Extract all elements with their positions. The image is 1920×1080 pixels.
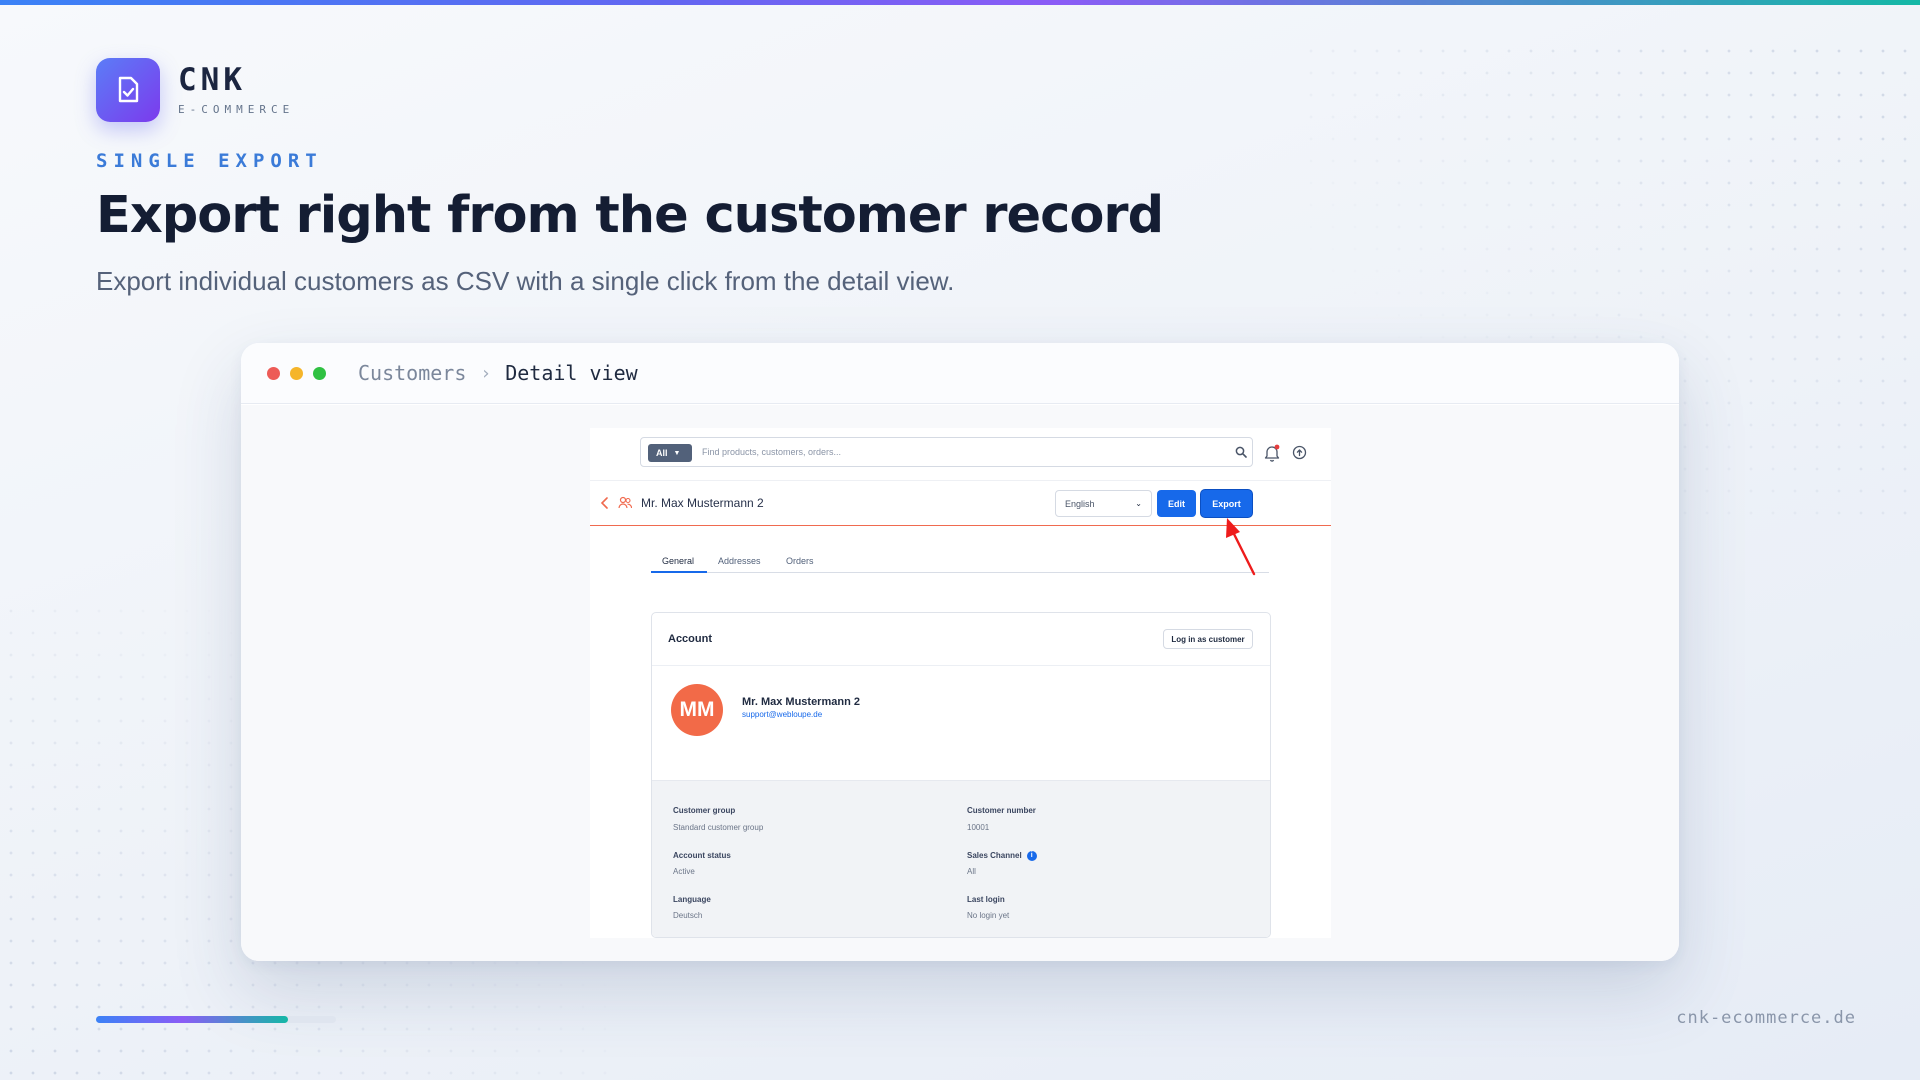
top-accent-bar bbox=[0, 0, 1920, 5]
back-arrow-icon[interactable] bbox=[600, 497, 610, 509]
account-status-value: Active bbox=[673, 867, 695, 876]
tab-general[interactable]: General bbox=[662, 556, 694, 566]
search-icon[interactable] bbox=[1235, 446, 1247, 458]
tab-orders[interactable]: Orders bbox=[786, 556, 814, 566]
close-dot-icon[interactable] bbox=[267, 366, 280, 380]
account-details: Customer group Standard customer group C… bbox=[652, 780, 1270, 937]
customer-email-link[interactable]: support@webloupe.de bbox=[742, 710, 822, 719]
breadcrumb-parent[interactable]: Customers bbox=[358, 361, 466, 385]
page-subtitle: Export individual customers as CSV with … bbox=[96, 266, 955, 296]
customer-name: Mr. Max Mustermann 2 bbox=[742, 696, 860, 708]
chevron-down-icon: ▼ bbox=[673, 449, 681, 457]
sales-channel-label: Sales Channel i bbox=[967, 851, 1037, 861]
login-as-customer-button[interactable]: Log in as customer bbox=[1163, 629, 1253, 649]
breadcrumb-current: Detail view bbox=[505, 361, 638, 385]
callout-arrow-icon bbox=[1226, 518, 1256, 576]
help-circle-icon[interactable] bbox=[1292, 445, 1307, 460]
progress-bar-fill bbox=[96, 1016, 288, 1023]
customer-group-value: Standard customer group bbox=[673, 823, 764, 832]
global-search-input[interactable]: All ▼ Find products, customers, orders..… bbox=[640, 437, 1253, 467]
sales-channel-value: All bbox=[967, 867, 976, 876]
customers-icon bbox=[618, 496, 632, 509]
avatar: MM bbox=[671, 684, 723, 736]
customer-number-value: 10001 bbox=[967, 823, 990, 832]
document-check-icon bbox=[118, 76, 139, 103]
progress-bar bbox=[96, 1016, 336, 1023]
breadcrumb-separator: › bbox=[480, 362, 492, 384]
maximize-dot-icon[interactable] bbox=[313, 366, 326, 380]
account-card: Account Log in as customer MM Mr. Max Mu… bbox=[651, 612, 1271, 938]
last-login-label: Last login bbox=[967, 895, 1005, 904]
brand-tagline: E-COMMERCE bbox=[178, 103, 295, 116]
brand-name: CNK bbox=[178, 62, 246, 98]
customer-group-label: Customer group bbox=[673, 806, 736, 815]
divider bbox=[652, 665, 1270, 666]
search-scope-select[interactable]: All ▼ bbox=[648, 444, 692, 462]
language-select-value: English bbox=[1065, 499, 1095, 509]
customer-number-label: Customer number bbox=[967, 806, 1036, 815]
bell-icon[interactable] bbox=[1264, 444, 1280, 462]
chevron-down-icon: ⌄ bbox=[1135, 499, 1142, 508]
language-select[interactable]: English ⌄ bbox=[1055, 490, 1152, 517]
app-screenshot: All ▼ Find products, customers, orders..… bbox=[590, 428, 1331, 938]
page-title: Export right from the customer record bbox=[96, 186, 1164, 245]
minimize-dot-icon[interactable] bbox=[290, 366, 303, 380]
info-icon[interactable]: i bbox=[1026, 851, 1037, 861]
section-eyebrow: SINGLE EXPORT bbox=[96, 150, 323, 172]
customer-title: Mr. Max Mustermann 2 bbox=[641, 496, 764, 510]
edit-button[interactable]: Edit bbox=[1157, 490, 1196, 517]
search-placeholder: Find products, customers, orders... bbox=[702, 447, 842, 457]
brand-logo bbox=[96, 58, 160, 122]
language-value: Deutsch bbox=[673, 911, 703, 920]
tab-addresses[interactable]: Addresses bbox=[718, 556, 761, 566]
last-login-value: No login yet bbox=[967, 911, 1010, 920]
account-status-label: Account status bbox=[673, 851, 731, 860]
search-row: All ▼ Find products, customers, orders..… bbox=[590, 428, 1331, 481]
window-titlebar: Customers › Detail view bbox=[241, 343, 1679, 404]
account-card-title: Account bbox=[668, 633, 712, 645]
language-label: Language bbox=[673, 895, 711, 904]
breadcrumb: Customers › Detail view bbox=[358, 361, 638, 385]
search-scope-label: All bbox=[656, 448, 668, 458]
sales-channel-label-text: Sales Channel bbox=[967, 851, 1022, 861]
tab-bar: General Addresses Orders bbox=[651, 551, 1269, 573]
active-tab-indicator bbox=[651, 571, 707, 573]
footer-url[interactable]: cnk-ecommerce.de bbox=[1676, 1008, 1856, 1028]
